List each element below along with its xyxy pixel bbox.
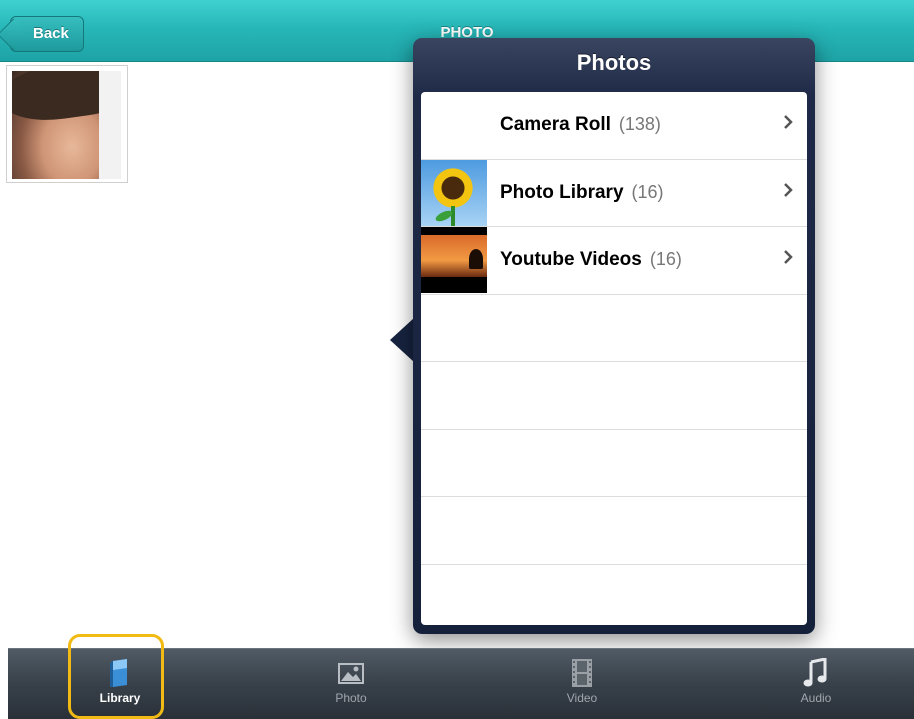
profile-photo-thumbnail[interactable]	[6, 65, 128, 183]
album-list: Camera Roll(138) Photo Library(16) You	[421, 92, 807, 625]
album-label: Youtube Videos	[500, 249, 642, 270]
photo-icon	[338, 663, 364, 684]
sunset-video-image	[421, 227, 487, 293]
chevron-right-icon	[784, 182, 793, 197]
back-button[interactable]: Back	[10, 16, 84, 52]
album-row-youtube-videos[interactable]: Youtube Videos (16)	[421, 227, 807, 295]
album-label: Camera Roll	[500, 114, 611, 135]
tab-label: Photo	[335, 691, 367, 705]
sunflower-image	[421, 159, 487, 226]
tab-photo[interactable]: Photo	[296, 649, 406, 719]
album-row-camera-roll[interactable]: Camera Roll (138)	[421, 92, 807, 160]
empty-row	[421, 565, 807, 626]
album-label: Photo Library	[500, 181, 624, 203]
tab-label: Audio	[800, 691, 832, 705]
tab-video[interactable]: Video	[527, 649, 637, 719]
chevron-right-icon	[784, 250, 793, 264]
app-window: Back PHOTO Photos Camera Roll (138) Photo…	[0, 0, 914, 719]
album-count: (138)	[618, 114, 661, 134]
album-row-photo-library[interactable]: Photo Library (16)	[421, 159, 807, 227]
album-count: (16)	[649, 249, 682, 269]
empty-row	[421, 295, 807, 362]
film-strip-icon	[572, 659, 592, 687]
highlight-annotation-box	[68, 634, 164, 719]
empty-row	[421, 362, 807, 430]
music-note-icon	[803, 658, 827, 687]
chevron-right-icon	[784, 115, 793, 129]
photos-popover: Photos Camera Roll (138) Photo Library (16…	[413, 38, 815, 634]
tab-audio[interactable]: Audio	[761, 649, 871, 719]
empty-row	[421, 497, 807, 565]
album-count: (16)	[631, 181, 664, 202]
empty-row	[421, 430, 807, 497]
popover-title: Photos	[576, 50, 652, 75]
tab-label: Video	[566, 691, 598, 705]
profile-photo-image	[12, 71, 121, 179]
popover-arrow	[390, 318, 414, 362]
